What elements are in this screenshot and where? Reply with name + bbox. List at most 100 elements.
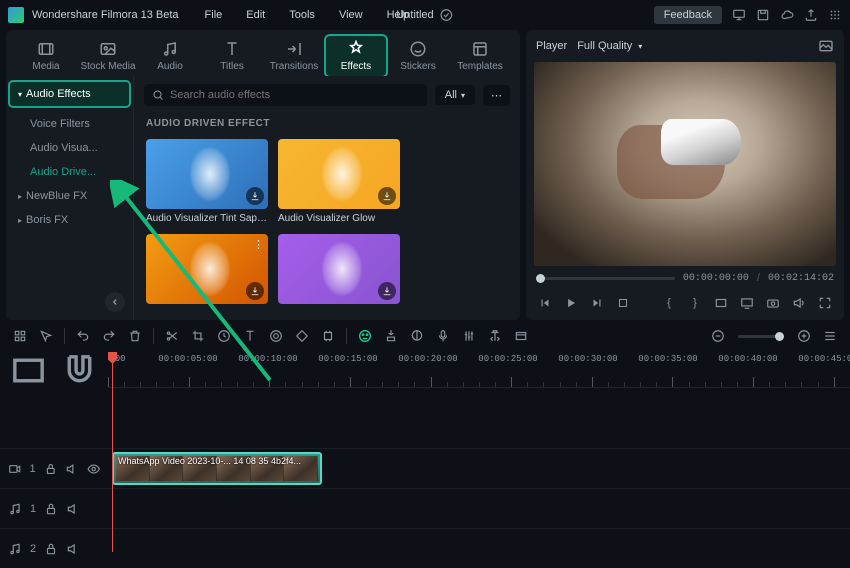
prev-frame-button[interactable]: [536, 294, 554, 312]
preview-viewport[interactable]: [534, 62, 836, 266]
lock-icon[interactable]: [44, 542, 58, 556]
video-track-header[interactable]: 1: [0, 448, 108, 488]
audio-track-2-lane[interactable]: [108, 528, 850, 552]
zoom-slider[interactable]: [738, 335, 784, 338]
quality-selector[interactable]: Full Quality▾: [577, 40, 642, 52]
tracks-area[interactable]: 00:00 00:00:05:00 00:00:10:00 00:00:15:0…: [108, 352, 850, 552]
menu-edit[interactable]: Edit: [236, 5, 275, 25]
stop-button[interactable]: [614, 294, 632, 312]
split-button[interactable]: [162, 326, 182, 346]
playhead[interactable]: [112, 352, 113, 552]
apps-grid-icon[interactable]: [828, 8, 842, 22]
tab-effects[interactable]: Effects: [326, 36, 386, 76]
search-input[interactable]: [170, 89, 419, 101]
audio-track-1-lane[interactable]: [108, 488, 850, 528]
marker-tool-icon[interactable]: [381, 326, 401, 346]
crop-button[interactable]: [188, 326, 208, 346]
mark-in-button[interactable]: {: [660, 294, 678, 312]
scrub-slider[interactable]: [536, 277, 675, 280]
adjust-layer-button[interactable]: [318, 326, 338, 346]
feedback-button[interactable]: Feedback: [654, 6, 722, 24]
mic-icon[interactable]: [433, 326, 453, 346]
ai-tool-icon[interactable]: [355, 326, 375, 346]
effect-card[interactable]: Audio Visualizer Glow: [278, 139, 400, 224]
camera-icon[interactable]: [764, 294, 782, 312]
lock-icon[interactable]: [44, 462, 57, 476]
download-icon[interactable]: [378, 187, 396, 205]
zoom-out-button[interactable]: [708, 326, 728, 346]
tab-audio[interactable]: Audio: [140, 36, 200, 76]
document-title-group: Untitled: [396, 8, 453, 22]
video-clip[interactable]: WhatsApp Video 2023-10-... 14 08 35 4b2f…: [112, 452, 322, 485]
download-icon[interactable]: [246, 187, 264, 205]
video-track-lane[interactable]: WhatsApp Video 2023-10-... 14 08 35 4b2f…: [108, 448, 850, 488]
cursor-tool-icon[interactable]: [36, 326, 56, 346]
tab-transitions[interactable]: Transitions: [264, 36, 324, 76]
mark-out-button[interactable]: }: [686, 294, 704, 312]
mute-icon[interactable]: [66, 502, 80, 516]
effects-grid: Audio Visualizer Tint Sapphire Audio Vis…: [134, 133, 520, 314]
search-box[interactable]: [144, 84, 427, 106]
filter-all-button[interactable]: All▾: [435, 85, 475, 105]
text-tool-icon[interactable]: [240, 326, 260, 346]
menu-tools[interactable]: Tools: [279, 5, 325, 25]
eye-icon[interactable]: [87, 462, 100, 476]
timeline-thumb-icon[interactable]: [8, 350, 49, 391]
menu-file[interactable]: File: [195, 5, 233, 25]
snapshot-icon[interactable]: [818, 38, 834, 54]
mute-icon[interactable]: [66, 542, 80, 556]
card-more-icon[interactable]: ⋮: [253, 238, 264, 251]
effect-card[interactable]: ⋮: [146, 234, 268, 308]
mask-tool-icon[interactable]: [407, 326, 427, 346]
mute-icon[interactable]: [65, 462, 78, 476]
audio-detach-icon[interactable]: [485, 326, 505, 346]
ruler-mark: 00:00:05:00: [158, 354, 217, 364]
download-icon[interactable]: [378, 282, 396, 300]
effect-card[interactable]: Audio Visualizer Tint Sapphire: [146, 139, 268, 224]
color-button[interactable]: [266, 326, 286, 346]
aspect-ratio-button[interactable]: [712, 294, 730, 312]
sidebar-audio-effects[interactable]: ▾Audio Effects: [10, 82, 129, 106]
sidebar-item-newblue-fx[interactable]: ▸NewBlue FX: [10, 184, 129, 208]
render-icon[interactable]: [511, 326, 531, 346]
undo-button[interactable]: [73, 326, 93, 346]
time-ruler[interactable]: 00:00 00:00:05:00 00:00:10:00 00:00:15:0…: [108, 352, 850, 388]
delete-button[interactable]: [125, 326, 145, 346]
tab-titles[interactable]: Titles: [202, 36, 262, 76]
sidebar-collapse-button[interactable]: [105, 292, 125, 312]
sidebar-item-audio-driven[interactable]: Audio Drive...: [10, 160, 129, 184]
magnet-icon[interactable]: [59, 350, 100, 391]
sidebar-item-voice-filters[interactable]: Voice Filters: [10, 112, 129, 136]
audio-track-1-header[interactable]: 1: [0, 488, 108, 528]
next-frame-button[interactable]: [588, 294, 606, 312]
audio-track-2-header[interactable]: 2: [0, 528, 108, 568]
desktop-icon[interactable]: [732, 8, 746, 22]
zoom-in-button[interactable]: [794, 326, 814, 346]
display-settings-button[interactable]: [738, 294, 756, 312]
audio-mixer-icon[interactable]: [459, 326, 479, 346]
sidebar-item-audio-visualizer[interactable]: Audio Visua...: [10, 136, 129, 160]
audio-track-icon: [8, 502, 22, 516]
play-button[interactable]: [562, 294, 580, 312]
sidebar-item-boris-fx[interactable]: ▸Boris FX: [10, 208, 129, 232]
more-options-button[interactable]: ⋯: [483, 85, 510, 106]
tab-stickers[interactable]: Stickers: [388, 36, 448, 76]
ruler-mark: 00:00:20:00: [398, 354, 457, 364]
speed-button[interactable]: [214, 326, 234, 346]
menu-view[interactable]: View: [329, 5, 373, 25]
export-icon[interactable]: [804, 8, 818, 22]
redo-button[interactable]: [99, 326, 119, 346]
tab-stock-media[interactable]: Stock Media: [78, 36, 138, 76]
keyframe-button[interactable]: [292, 326, 312, 346]
cloud-sync-icon[interactable]: [440, 8, 454, 22]
timeline-view-button[interactable]: [820, 326, 840, 346]
tab-templates[interactable]: Templates: [450, 36, 510, 76]
volume-button[interactable]: [790, 294, 808, 312]
save-icon[interactable]: [756, 8, 770, 22]
download-icon[interactable]: [246, 282, 264, 300]
cloud-icon[interactable]: [780, 8, 794, 22]
select-tool-icon[interactable]: [10, 326, 30, 346]
tab-media[interactable]: Media: [16, 36, 76, 76]
lock-icon[interactable]: [44, 502, 58, 516]
fullscreen-button[interactable]: [816, 294, 834, 312]
